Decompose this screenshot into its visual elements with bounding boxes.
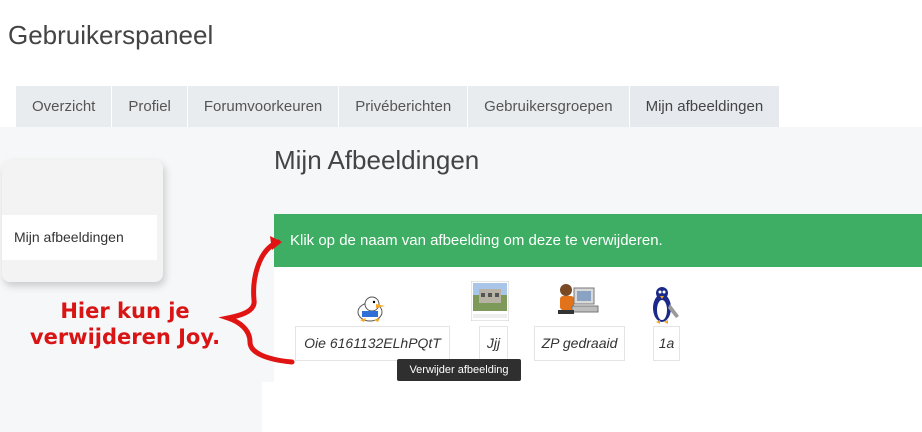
image-delete-button-1a[interactable]: 1a	[653, 326, 680, 361]
sidebar-item-mijn-afbeeldingen[interactable]: Mijn afbeeldingen	[2, 215, 157, 260]
annotation-text: Hier kun je verwijderen Joy.	[29, 299, 221, 349]
building-photo-icon	[471, 281, 509, 321]
tab-priveberichten[interactable]: Privéberichten	[339, 86, 469, 127]
delete-tooltip: Verwijder afbeelding	[397, 359, 521, 381]
penguin-icon	[653, 287, 679, 324]
tab-forumvoorkeuren[interactable]: Forumvoorkeuren	[187, 86, 340, 127]
image-delete-button-jjj[interactable]: Jjj	[479, 326, 508, 361]
tab-gebruikersgroepen[interactable]: Gebruikersgroepen	[468, 86, 630, 127]
tab-bar: Overzicht Profiel Forumvoorkeuren Privéb…	[16, 86, 781, 127]
page-title: Gebruikerspaneel	[8, 20, 214, 50]
image-delete-button-zp-gedraaid[interactable]: ZP gedraaid	[534, 326, 625, 361]
person-computer-icon	[558, 284, 599, 314]
image-delete-button-oie[interactable]: Oie 6161132ELhPQtT	[295, 326, 450, 361]
duck-icon	[357, 296, 385, 322]
lower-area	[262, 382, 922, 432]
tab-mijn-afbeeldingen[interactable]: Mijn afbeeldingen	[629, 86, 781, 127]
section-title: Mijn Afbeeldingen	[274, 145, 480, 175]
info-alert: Klik op de naam van afbeelding om deze t…	[274, 214, 922, 267]
tab-overzicht[interactable]: Overzicht	[16, 86, 113, 127]
tab-profiel[interactable]: Profiel	[112, 86, 188, 127]
